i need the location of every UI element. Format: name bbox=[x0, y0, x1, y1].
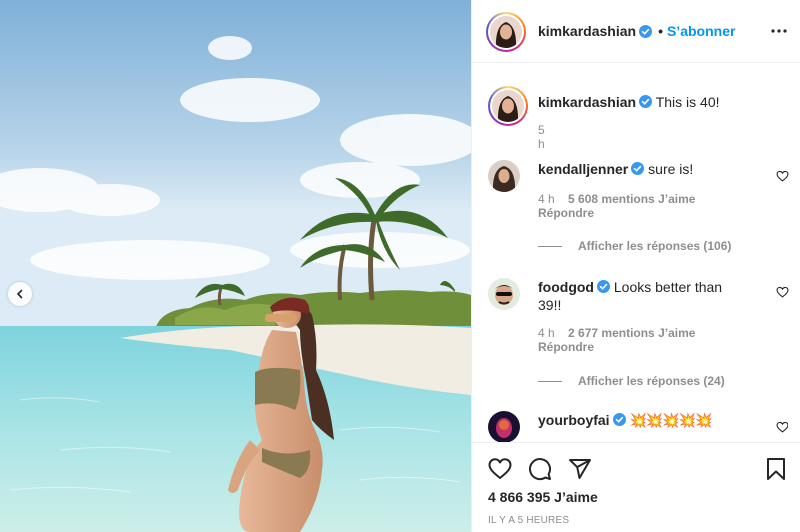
verified-badge-icon bbox=[639, 95, 653, 108]
chevron-left-icon bbox=[16, 289, 23, 299]
follow-button[interactable]: S’abonner bbox=[667, 23, 735, 39]
heart-icon[interactable] bbox=[776, 286, 789, 298]
view-replies-label: Afficher les réponses (24) bbox=[578, 374, 725, 388]
view-replies-button[interactable]: Afficher les réponses (24) bbox=[538, 374, 725, 388]
comment-item: yourboyfai 💥💥💥💥💥 bbox=[488, 411, 788, 442]
share-icon[interactable] bbox=[568, 457, 592, 481]
heart-icon[interactable] bbox=[488, 457, 512, 481]
comment-body: foodgod Looks better than 39!! bbox=[538, 278, 738, 314]
reply-button[interactable]: Répondre bbox=[538, 206, 594, 220]
commenter-avatar[interactable] bbox=[488, 160, 520, 192]
avatar-image bbox=[492, 90, 524, 122]
comment-text: 💥💥💥💥💥 bbox=[629, 412, 712, 428]
author-username[interactable]: kimkardashian bbox=[538, 23, 636, 39]
bookmark-icon[interactable] bbox=[764, 457, 788, 481]
header-separator: • bbox=[658, 23, 663, 39]
heart-icon[interactable] bbox=[776, 170, 789, 182]
header-user: kimkardashian • S’abonner bbox=[538, 23, 735, 39]
avatar-image bbox=[490, 16, 522, 48]
comment-time: 4 h bbox=[538, 326, 555, 340]
comment-body: yourboyfai 💥💥💥💥💥 bbox=[538, 411, 738, 429]
verified-badge-icon bbox=[612, 413, 626, 426]
caption-username[interactable]: kimkardashian bbox=[538, 94, 636, 110]
view-replies-button[interactable]: Afficher les réponses (106) bbox=[538, 239, 731, 253]
post-likes-count[interactable]: 4 866 395 J’aime bbox=[488, 489, 598, 505]
comment-username[interactable]: kendalljenner bbox=[538, 161, 628, 177]
beach-photo bbox=[0, 0, 471, 532]
post-timestamp: IL Y A 5 HEURES bbox=[488, 515, 570, 526]
caption-line: kimkardashian This is 40! bbox=[538, 94, 720, 110]
caption-avatar[interactable] bbox=[488, 86, 528, 126]
previous-photo-button[interactable] bbox=[8, 282, 32, 306]
author-avatar[interactable] bbox=[486, 12, 526, 52]
post-header: kimkardashian • S’abonner bbox=[472, 0, 800, 63]
avatar-image bbox=[488, 411, 520, 442]
commenter-avatar[interactable] bbox=[488, 411, 520, 442]
verified-badge-icon bbox=[631, 162, 645, 175]
comment-icon[interactable] bbox=[528, 457, 552, 481]
view-replies-label: Afficher les réponses (106) bbox=[578, 239, 732, 253]
post-photo[interactable] bbox=[0, 0, 471, 532]
heart-icon[interactable] bbox=[776, 421, 788, 433]
comment-meta: 4 h 5 608 mentions J’aime bbox=[538, 192, 695, 206]
comment-body: kendalljenner sure is! bbox=[538, 160, 738, 178]
avatar-image bbox=[488, 278, 520, 310]
comment-username[interactable]: foodgod bbox=[538, 279, 594, 295]
avatar-image bbox=[488, 160, 520, 192]
verified-badge-icon bbox=[639, 24, 653, 38]
verified-badge-icon bbox=[596, 280, 610, 293]
post-side-panel: kimkardashian • S’abonner kimkardashian … bbox=[471, 0, 800, 532]
post-actions: 4 866 395 J’aime IL Y A 5 HEURES bbox=[472, 442, 800, 532]
divider-line bbox=[538, 380, 562, 382]
comment-text: sure is! bbox=[648, 161, 694, 177]
comment-meta: 4 h 2 677 mentions J’aime bbox=[538, 326, 695, 340]
comment-time: 4 h bbox=[538, 192, 555, 206]
comment-username[interactable]: yourboyfai bbox=[538, 412, 610, 428]
divider-line bbox=[538, 245, 562, 247]
caption-text: This is 40! bbox=[655, 94, 720, 110]
more-icon[interactable] bbox=[769, 24, 789, 38]
comment-likes[interactable]: 5 608 mentions J’aime bbox=[568, 192, 695, 206]
reply-button[interactable]: Répondre bbox=[538, 340, 594, 354]
instagram-post: kimkardashian • S’abonner kimkardashian … bbox=[0, 0, 800, 532]
commenter-avatar[interactable] bbox=[488, 278, 520, 310]
comment-likes[interactable]: 2 677 mentions J’aime bbox=[568, 326, 695, 340]
caption-time: 5 h bbox=[538, 123, 545, 151]
comment-item: foodgod Looks better than 39!! 4 h 2 677… bbox=[488, 278, 789, 378]
